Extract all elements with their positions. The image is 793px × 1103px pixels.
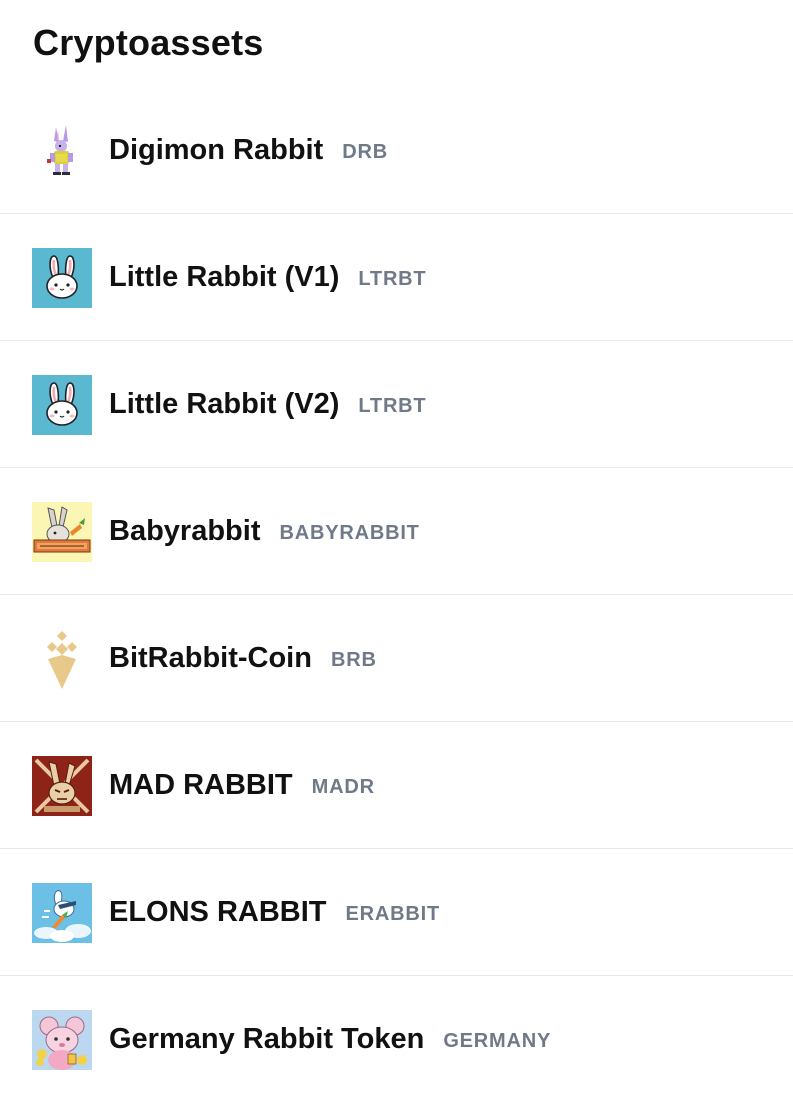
asset-row-germany-rabbit-token[interactable]: Germany Rabbit Token GERMANY [0, 976, 793, 1103]
asset-row-elons-rabbit[interactable]: ELONS RABBIT ERABBIT [0, 849, 793, 976]
asset-row-digimon-rabbit[interactable]: Digimon Rabbit DRB [0, 87, 793, 214]
asset-row-babyrabbit[interactable]: Babyrabbit BABYRABBIT [0, 468, 793, 595]
asset-name: Babyrabbit [109, 515, 261, 547]
asset-name: Digimon Rabbit [109, 134, 324, 166]
asset-ticker: DRB [342, 140, 388, 163]
digimon-rabbit-logo-icon [32, 121, 92, 181]
elons-rabbit-logo-icon [32, 883, 92, 943]
asset-name: BitRabbit-Coin [109, 642, 312, 674]
asset-name: ELONS RABBIT [109, 896, 327, 928]
asset-name: MAD RABBIT [109, 769, 293, 801]
cryptoassets-list: Digimon Rabbit DRB Little Rabbit (V1) LT… [0, 87, 793, 1103]
asset-ticker: LTRBT [358, 267, 427, 290]
asset-row-little-rabbit-v1[interactable]: Little Rabbit (V1) LTRBT [0, 214, 793, 341]
page-title: Cryptoassets [33, 22, 264, 63]
asset-row-bitrabbit-coin[interactable]: BitRabbit-Coin BRB [0, 595, 793, 722]
asset-name: Little Rabbit (V2) [109, 388, 340, 420]
asset-row-little-rabbit-v2[interactable]: Little Rabbit (V2) LTRBT [0, 341, 793, 468]
babyrabbit-logo-icon [32, 502, 92, 562]
cryptoassets-page: Cryptoassets Digimon Rabbit DRB Little R… [0, 0, 793, 1076]
germany-rabbit-logo-icon [32, 1010, 92, 1070]
asset-row-mad-rabbit[interactable]: MAD RABBIT MADR [0, 722, 793, 849]
asset-ticker: LTRBT [358, 394, 427, 417]
asset-name: Little Rabbit (V1) [109, 261, 340, 293]
asset-ticker: MADR [311, 775, 375, 798]
mad-rabbit-logo-icon [32, 756, 92, 816]
asset-ticker: BRB [330, 648, 377, 671]
little-rabbit-logo-icon [32, 248, 92, 308]
bitrabbit-diamond-logo-icon [32, 629, 92, 689]
little-rabbit-logo-icon [32, 375, 92, 435]
asset-ticker: ERABBIT [345, 902, 440, 925]
asset-name: Germany Rabbit Token [109, 1023, 425, 1055]
asset-ticker: BABYRABBIT [279, 521, 420, 544]
asset-ticker: GERMANY [443, 1029, 552, 1052]
